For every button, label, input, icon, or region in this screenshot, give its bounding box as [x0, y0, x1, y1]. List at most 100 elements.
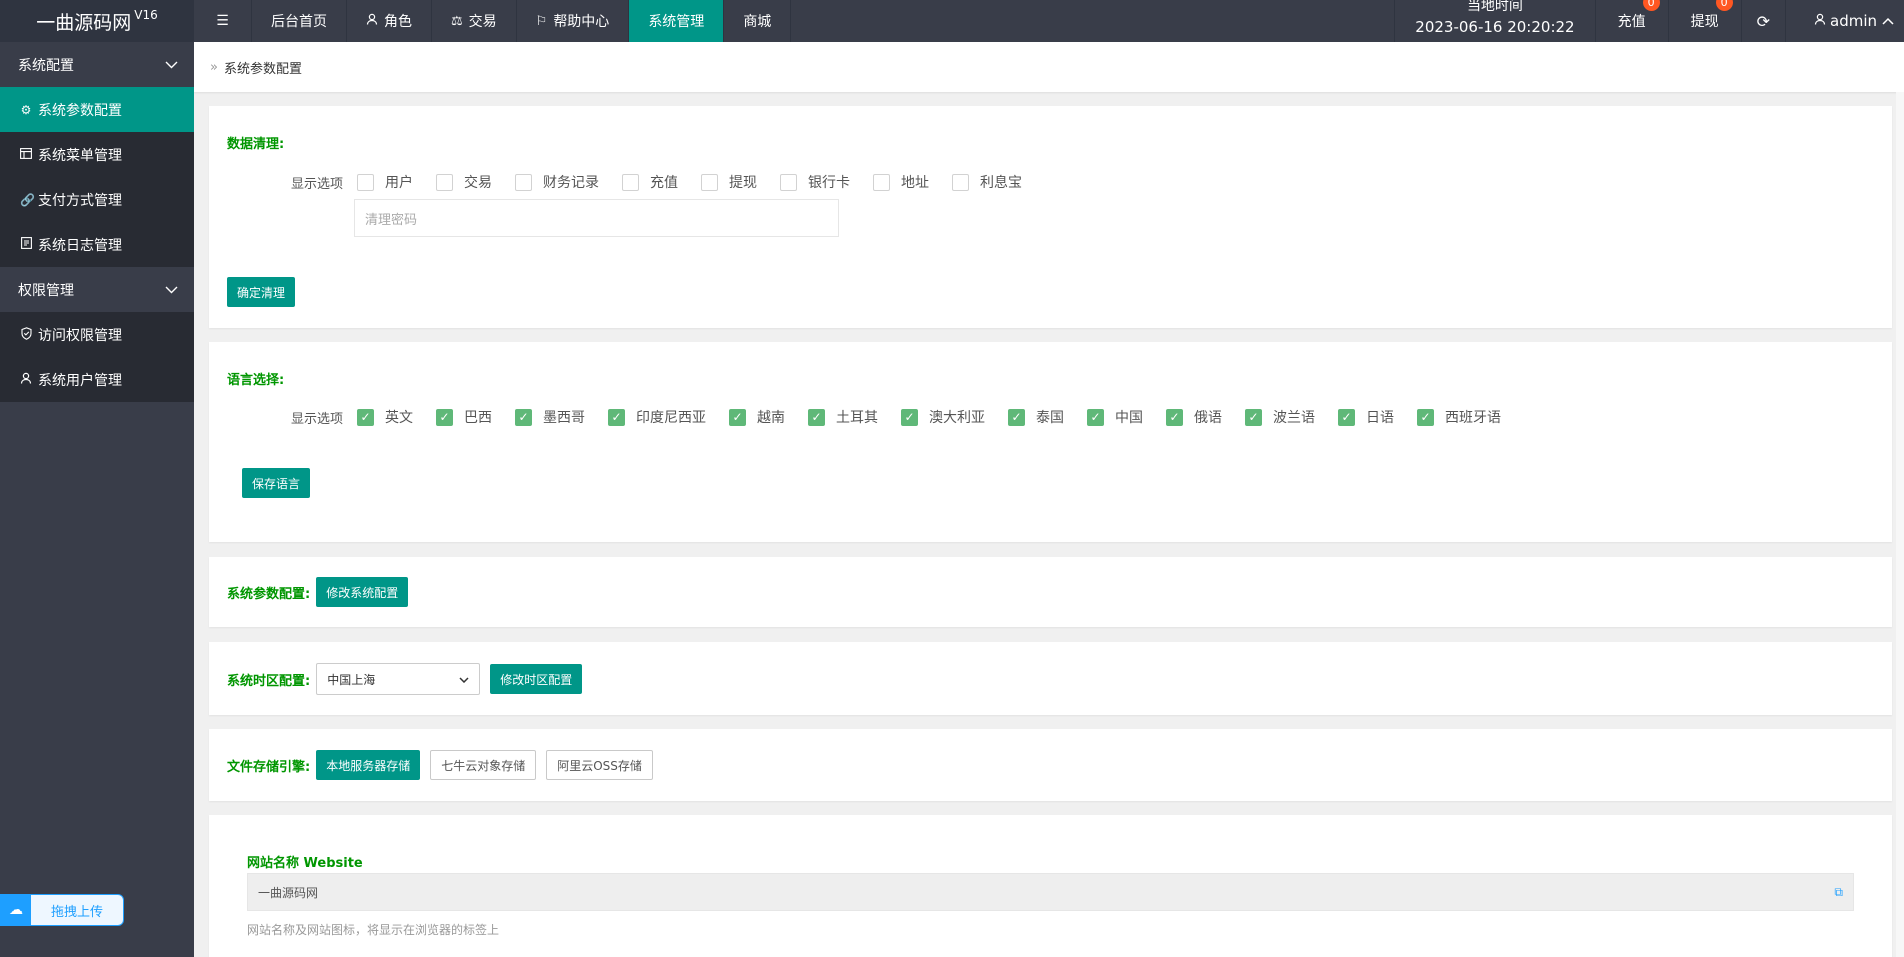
sidebar-item-payment[interactable]: 🔗 支付方式管理 [0, 177, 194, 222]
checkbox-polish[interactable]: ✓ [1245, 408, 1263, 426]
timezone-row: 系统时区配置: 中国上海 修改时区配置 [227, 663, 583, 695]
clean-password-input[interactable]: 清理密码 [354, 199, 839, 237]
checkbox-mexico[interactable]: ✓ [515, 408, 533, 426]
storage-row: 文件存储引擎: 本地服务器存储 七牛云对象存储 阿里云OSS存储 [227, 750, 653, 780]
refresh-button[interactable]: ⟳ [1740, 0, 1785, 42]
website-hint: 网站名称及网站图标，将显示在浏览器的标签上 [247, 923, 500, 937]
edit-system-config-button[interactable]: 修改系统配置 [316, 577, 409, 607]
sidebar-item-label: 系统参数配置 [38, 102, 122, 119]
section-title: 文件存储引擎: [227, 759, 311, 775]
options-label: 显示选项 [291, 411, 344, 427]
checkbox-turkey[interactable]: ✓ [808, 408, 826, 426]
user-icon [1814, 13, 1826, 29]
checkbox-recharge[interactable] [622, 173, 640, 191]
storage-local-button[interactable]: 本地服务器存储 [316, 750, 421, 780]
checkbox-china[interactable]: ✓ [1087, 408, 1105, 426]
checkbox-trade[interactable] [436, 173, 454, 191]
section-title: 数据清理: [227, 137, 285, 152]
top-nav: ☰ 后台首页 角色 ⚖ 交易 ⚐ 帮助中心 系统管理 商城 [194, 0, 792, 42]
checkbox-finance[interactable] [515, 173, 533, 191]
section-title: 系统参数配置: [227, 586, 311, 602]
checkbox-australia[interactable]: ✓ [901, 408, 919, 426]
sidebar-group-permission[interactable]: 权限管理 [0, 267, 194, 312]
copy-icon[interactable]: ⧉ [1834, 885, 1843, 900]
website-card: 网站名称 Website 一曲源码网 ⧉ 网站名称及网站图标，将显示在浏览器的标… [209, 815, 1892, 957]
checkbox-thailand[interactable]: ✓ [1008, 408, 1026, 426]
time-label: 当地时间 [1466, 0, 1523, 14]
menu-toggle-button[interactable]: ☰ [194, 0, 252, 42]
checkbox-withdraw[interactable] [701, 173, 719, 191]
sidebar-item-system-menu[interactable]: 系统菜单管理 [0, 132, 194, 177]
page-scrollbar[interactable] [1896, 92, 1904, 957]
drag-upload-button[interactable]: ☁ 拖拽上传 [0, 894, 124, 926]
nav-item-system[interactable]: 系统管理 [629, 0, 725, 42]
nav-item-mall[interactable]: 商城 [724, 0, 792, 42]
top-header: 一曲源码网V16 ☰ 后台首页 角色 ⚖ 交易 ⚐ 帮助中心 系统管理 商城 [0, 0, 1904, 42]
checkbox-address[interactable] [873, 173, 891, 191]
gear-icon: ⚙ [20, 102, 32, 117]
shield-icon [20, 326, 32, 343]
logo-version: V16 [134, 8, 158, 22]
edit-timezone-button[interactable]: 修改时区配置 [490, 664, 583, 694]
link-icon: 🔗 [20, 192, 35, 207]
save-language-button[interactable]: 保存语言 [242, 468, 311, 498]
checkbox-russian[interactable]: ✓ [1166, 408, 1184, 426]
checkbox-label: 财务记录 [543, 175, 600, 191]
nav-item-home[interactable]: 后台首页 [252, 0, 347, 42]
website-title: 网站名称 Website [247, 856, 363, 871]
checkbox-vietnam[interactable]: ✓ [729, 408, 747, 426]
nav-label: 商城 [743, 14, 772, 30]
withdraw-button[interactable]: 提现 0 [1667, 0, 1741, 42]
checkbox-spanish[interactable]: ✓ [1417, 408, 1435, 426]
nav-item-role[interactable]: 角色 [347, 0, 432, 42]
sidebar-item-access[interactable]: 访问权限管理 [0, 312, 194, 357]
sidebar-item-system-params[interactable]: ⚙ 系统参数配置 [0, 87, 194, 132]
website-name-value: 一曲源码网 [258, 885, 319, 900]
logo[interactable]: 一曲源码网 V16 [0, 0, 194, 42]
nav-item-help[interactable]: ⚐ 帮助中心 [517, 0, 630, 42]
sidebar-item-label: 访问权限管理 [38, 327, 122, 344]
timezone-selected: 中国上海 [327, 672, 376, 687]
checkbox-user[interactable] [357, 173, 375, 191]
storage-qiniu-button[interactable]: 七牛云对象存储 [430, 750, 537, 780]
nav-item-trade[interactable]: ⚖ 交易 [432, 0, 517, 42]
system-param-row: 系统参数配置: 修改系统配置 [227, 577, 409, 607]
table-icon [20, 147, 32, 162]
sidebar-item-system-users[interactable]: 系统用户管理 [0, 357, 194, 402]
recharge-button[interactable]: 充值 0 [1594, 0, 1668, 42]
checkbox-label: 交易 [464, 175, 493, 191]
checkbox-interest[interactable] [952, 173, 970, 191]
time-value: 2023-06-16 20:20:22 [1415, 18, 1575, 36]
language-options: 显示选项 ✓ 英文 ✓ 巴西 ✓ 墨西哥 ✓ 印度尼西亚 ✓ 越南 ✓ 土耳其 ✓ 澳大利亚 … [291, 407, 1524, 427]
withdraw-label: 提现 [1690, 14, 1719, 30]
sidebar-group-label: 系统配置 [18, 57, 74, 74]
checkbox-label: 印度尼西亚 [636, 410, 707, 426]
timezone-select[interactable]: 中国上海 [316, 663, 481, 695]
storage-aliyun-button[interactable]: 阿里云OSS存储 [546, 750, 653, 780]
options-label: 显示选项 [291, 176, 344, 192]
checkbox-label: 澳大利亚 [929, 410, 986, 426]
checkbox-bankcard[interactable] [780, 173, 798, 191]
clean-options: 显示选项 用户 交易 财务记录 充值 提现 银行卡 地址 利息宝 [291, 172, 1045, 192]
system-param-card: 系统参数配置: 修改系统配置 [209, 557, 1892, 627]
sidebar-group-system-config[interactable]: 系统配置 [0, 42, 194, 87]
checkbox-label: 巴西 [464, 410, 493, 426]
website-name-field[interactable]: 一曲源码网 ⧉ [247, 873, 1854, 911]
sidebar-item-label: 系统日志管理 [38, 237, 122, 254]
chevron-down-icon [165, 57, 178, 73]
scale-icon: ⚖ [451, 13, 463, 29]
checkbox-japanese[interactable]: ✓ [1338, 408, 1356, 426]
checkbox-label: 越南 [757, 410, 786, 426]
nav-label: 系统管理 [648, 14, 705, 30]
user-menu[interactable]: admin [1785, 0, 1904, 42]
checkbox-indonesia[interactable]: ✓ [608, 408, 626, 426]
checkbox-label: 土耳其 [836, 410, 879, 426]
checkbox-brazil[interactable]: ✓ [436, 408, 454, 426]
sidebar-item-system-log[interactable]: 系统日志管理 [0, 222, 194, 267]
flag-icon: ⚐ [535, 13, 548, 29]
nav-label: 交易 [468, 14, 497, 30]
checkbox-label: 中国 [1115, 410, 1144, 426]
confirm-clean-button[interactable]: 确定清理 [227, 277, 296, 307]
checkbox-english[interactable]: ✓ [357, 408, 375, 426]
checkbox-label: 提现 [729, 175, 758, 191]
